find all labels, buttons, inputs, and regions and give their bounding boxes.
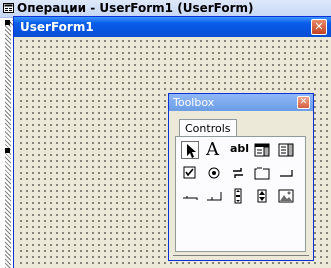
frame-icon[interactable] (253, 164, 271, 182)
toolbox-title: Toolbox (173, 96, 215, 109)
resize-handle-top-left[interactable] (5, 20, 10, 25)
spinbutton-icon[interactable] (253, 187, 271, 205)
window-title: Операции - UserForm1 (UserForm) (17, 1, 254, 15)
userform-titlebar[interactable]: UserForm1 ✕ (14, 17, 331, 37)
textbox-glyph: abl (230, 142, 250, 155)
toolbox-titlebar[interactable]: Toolbox ✕ (169, 94, 313, 111)
combobox-icon[interactable] (253, 141, 271, 159)
userform-caption: UserForm1 (20, 20, 94, 34)
tabstrip-icon[interactable] (181, 187, 199, 205)
tab-controls[interactable]: Controls (179, 119, 237, 137)
selection-border-left (5, 20, 11, 268)
toolbox-close-icon[interactable]: ✕ (297, 96, 310, 109)
multipage-icon[interactable] (205, 187, 223, 205)
image-icon[interactable] (277, 187, 295, 205)
checkbox-icon[interactable] (181, 164, 199, 182)
select-objects-icon[interactable] (181, 141, 199, 159)
textbox-icon[interactable]: abl (229, 141, 249, 159)
window-icon (3, 3, 14, 13)
command-button-icon[interactable] (277, 164, 295, 182)
listbox-icon[interactable] (277, 141, 295, 159)
toggle-button-icon[interactable] (229, 164, 247, 182)
toolbox-window[interactable]: Toolbox ✕ Controls A abl (168, 93, 314, 261)
resize-handle-middle-left[interactable] (5, 148, 10, 153)
close-icon[interactable]: ✕ (311, 19, 327, 35)
label-icon[interactable]: A (205, 139, 223, 160)
controls-page: A abl (175, 136, 306, 252)
scrollbar-icon[interactable] (229, 187, 247, 205)
option-button-icon[interactable] (205, 164, 223, 182)
label-glyph: A (206, 139, 219, 160)
toolbox-bottom-edge (173, 255, 309, 256)
